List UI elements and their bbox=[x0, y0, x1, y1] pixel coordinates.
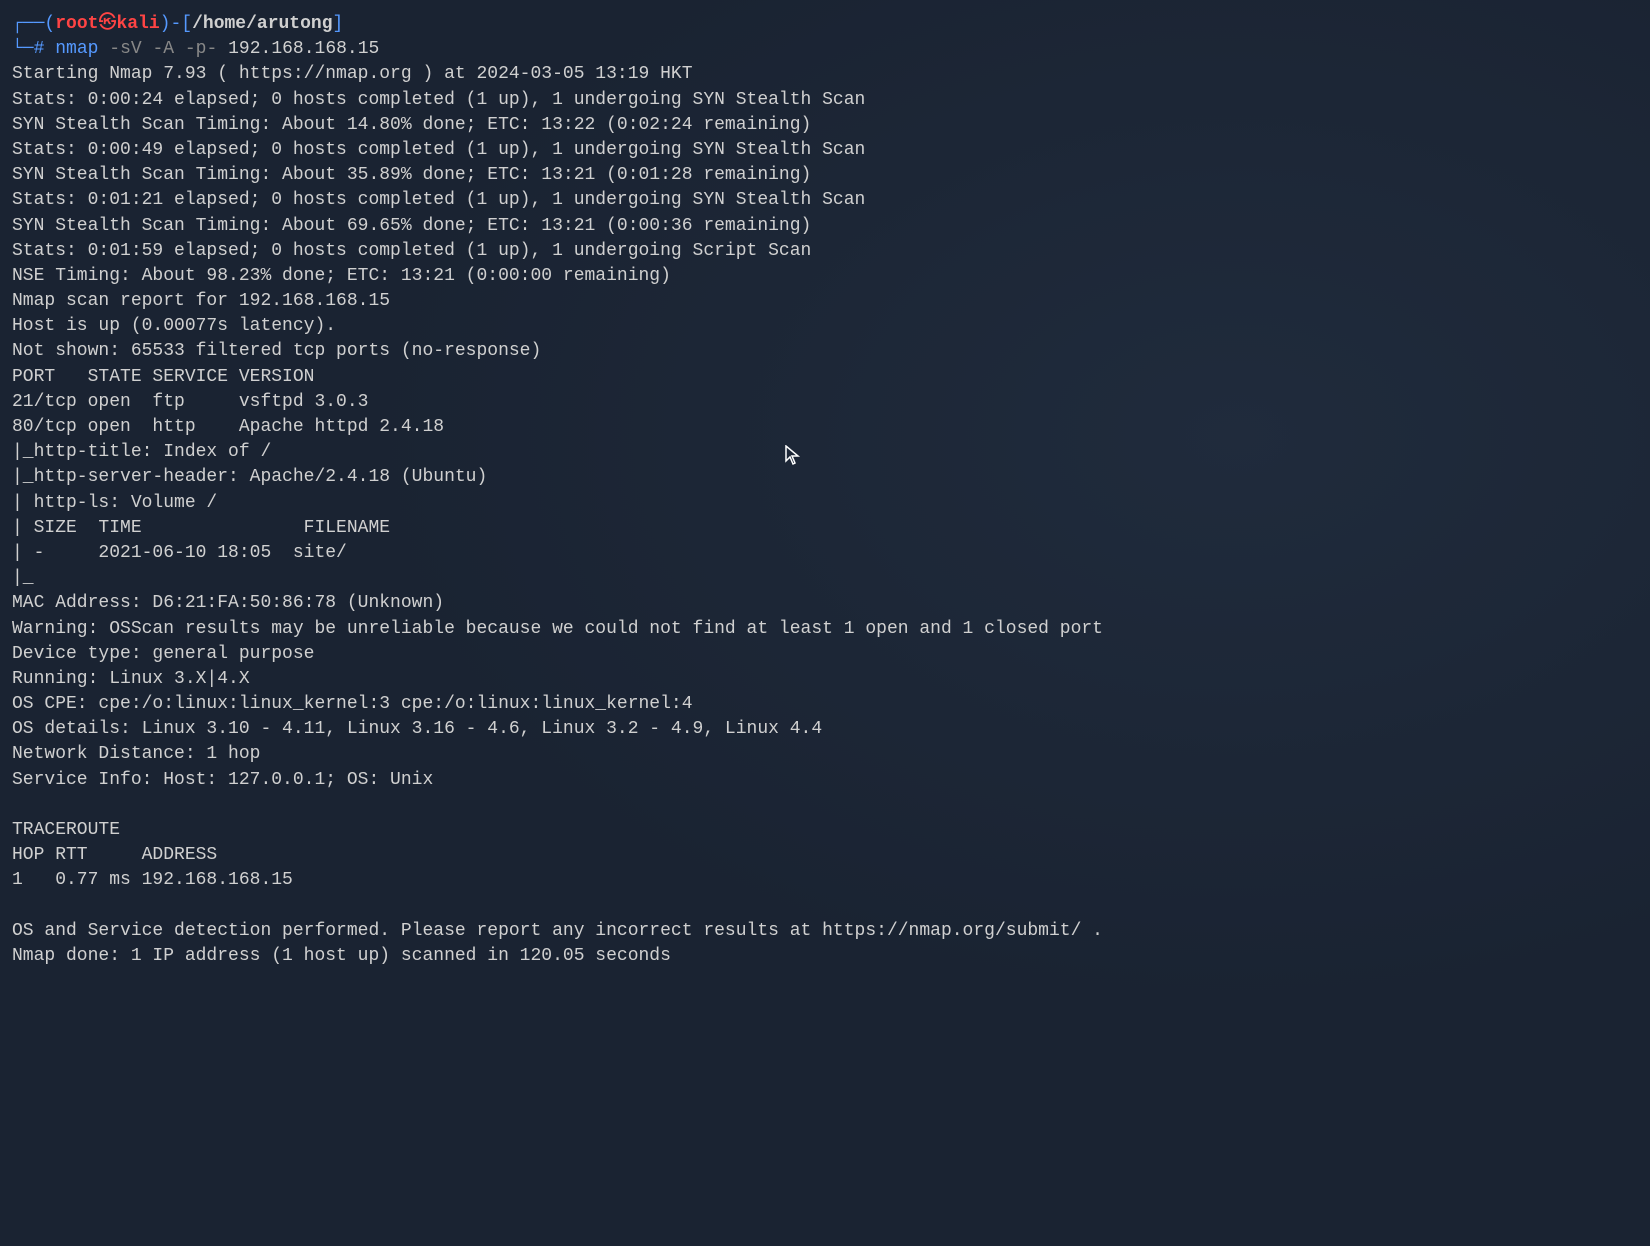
output-line: Device type: general purpose bbox=[12, 644, 314, 664]
output-line: |_ bbox=[12, 568, 34, 588]
output-line: 1 0.77 ms 192.168.168.15 bbox=[12, 870, 293, 890]
prompt-path: /home/arutong bbox=[192, 14, 332, 34]
output-line: 21/tcp open ftp vsftpd 3.0.3 bbox=[12, 392, 368, 412]
output-line: HOP RTT ADDRESS bbox=[12, 845, 217, 865]
output-line: OS CPE: cpe:/o:linux:linux_kernel:3 cpe:… bbox=[12, 694, 693, 714]
output-line: Warning: OSScan results may be unreliabl… bbox=[12, 619, 1103, 639]
output-line: Stats: 0:01:21 elapsed; 0 hosts complete… bbox=[12, 190, 865, 210]
output-line: SYN Stealth Scan Timing: About 35.89% do… bbox=[12, 165, 811, 185]
output-line: 80/tcp open http Apache httpd 2.4.18 bbox=[12, 417, 444, 437]
output-line: Running: Linux 3.X|4.X bbox=[12, 669, 250, 689]
output-line: Starting Nmap 7.93 ( https://nmap.org ) … bbox=[12, 64, 693, 84]
paren-open: ( bbox=[44, 14, 55, 34]
output-line: | SIZE TIME FILENAME bbox=[12, 518, 390, 538]
command-target: 192.168.168.15 bbox=[228, 39, 379, 59]
prompt-hostname: kali bbox=[116, 14, 159, 34]
paren-close: ) bbox=[160, 14, 171, 34]
output-line: Nmap scan report for 192.168.168.15 bbox=[12, 291, 390, 311]
output-line: Nmap done: 1 IP address (1 host up) scan… bbox=[12, 946, 671, 966]
output-line: Network Distance: 1 hop bbox=[12, 744, 260, 764]
bracket-close: ] bbox=[333, 14, 344, 34]
output-line: Stats: 0:00:24 elapsed; 0 hosts complete… bbox=[12, 90, 865, 110]
output-line: Stats: 0:01:59 elapsed; 0 hosts complete… bbox=[12, 241, 811, 261]
command-flags: -sV -A -p- bbox=[109, 39, 217, 59]
prompt-hash: # bbox=[34, 39, 45, 59]
output-line: NSE Timing: About 98.23% done; ETC: 13:2… bbox=[12, 266, 671, 286]
output-line: Host is up (0.00077s latency). bbox=[12, 316, 336, 336]
at-icon: ㉿ bbox=[98, 14, 116, 34]
output-line: |_http-server-header: Apache/2.4.18 (Ubu… bbox=[12, 467, 487, 487]
connector-bottom-icon: └─ bbox=[12, 39, 34, 59]
output-line: OS details: Linux 3.10 - 4.11, Linux 3.1… bbox=[12, 719, 822, 739]
output-line: SYN Stealth Scan Timing: About 14.80% do… bbox=[12, 115, 811, 135]
output-line: TRACEROUTE bbox=[12, 820, 120, 840]
output-line: Service Info: Host: 127.0.0.1; OS: Unix bbox=[12, 770, 433, 790]
output-line: Stats: 0:00:49 elapsed; 0 hosts complete… bbox=[12, 140, 865, 160]
output-line: |_http-title: Index of / bbox=[12, 442, 271, 462]
output-line: PORT STATE SERVICE VERSION bbox=[12, 367, 314, 387]
output-line: | - 2021-06-10 18:05 site/ bbox=[12, 543, 347, 563]
prompt-user: root bbox=[55, 14, 98, 34]
output-line: SYN Stealth Scan Timing: About 69.65% do… bbox=[12, 216, 811, 236]
output-line: MAC Address: D6:21:FA:50:86:78 (Unknown) bbox=[12, 593, 444, 613]
connector-icon: ┌── bbox=[12, 14, 44, 34]
output-line: Not shown: 65533 filtered tcp ports (no-… bbox=[12, 341, 541, 361]
output-line: OS and Service detection performed. Plea… bbox=[12, 921, 1103, 941]
prompt-line-2: └─# nmap -sV -A -p- 192.168.168.15 bbox=[12, 39, 379, 59]
terminal-output[interactable]: ┌──(root㉿kali)-[/home/arutong] └─# nmap … bbox=[12, 12, 1638, 969]
output-line: | http-ls: Volume / bbox=[12, 493, 217, 513]
bracket-open: [ bbox=[181, 14, 192, 34]
command-name: nmap bbox=[55, 39, 98, 59]
prompt-line-1: ┌──(root㉿kali)-[/home/arutong] bbox=[12, 14, 343, 34]
prompt-separator: - bbox=[170, 14, 181, 34]
